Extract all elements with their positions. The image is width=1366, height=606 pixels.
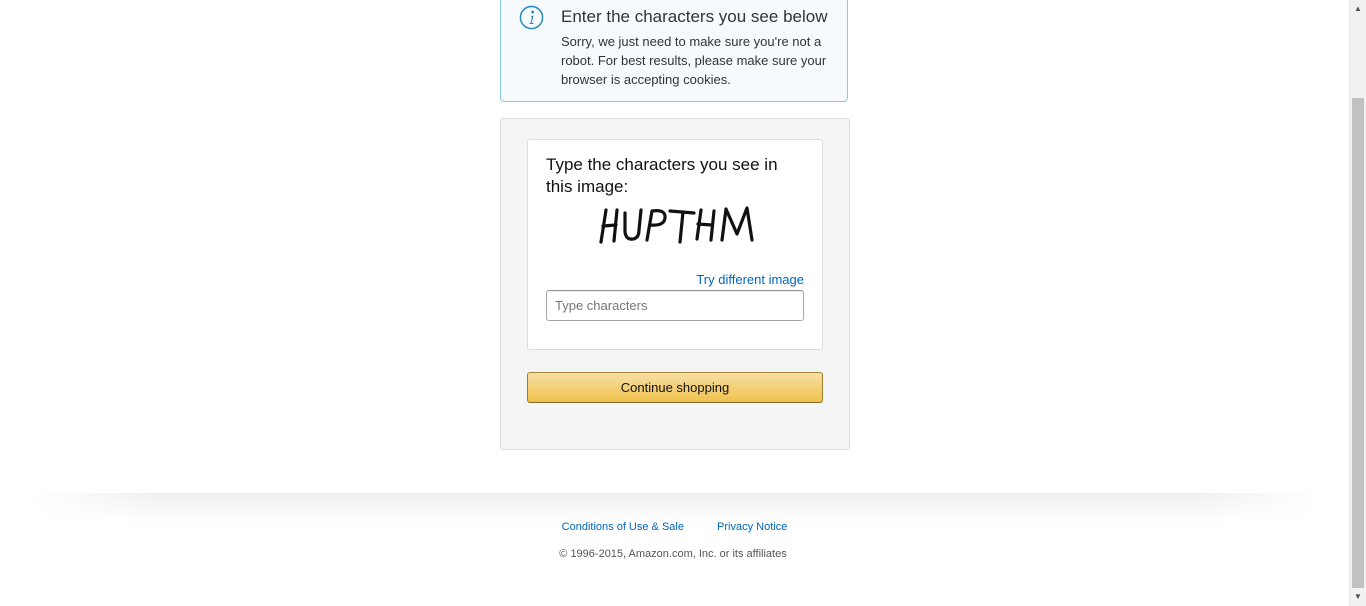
info-alert: Enter the characters you see below Sorry… xyxy=(500,0,848,102)
try-different-image-link[interactable]: Try different image xyxy=(696,272,804,287)
scroll-down-arrow-icon[interactable]: ▼ xyxy=(1350,589,1366,605)
vertical-scrollbar[interactable]: ▲ ▼ xyxy=(1349,0,1366,606)
copyright: © 1996-2015, Amazon.com, Inc. or its aff… xyxy=(559,548,787,560)
info-icon xyxy=(519,5,544,30)
captcha-image xyxy=(599,206,754,244)
alert-heading: Enter the characters you see below xyxy=(561,7,828,26)
privacy-notice-link[interactable]: Privacy Notice xyxy=(717,521,787,533)
alert-text: Sorry, we just need to make sure you're … xyxy=(561,34,827,87)
scroll-thumb[interactable] xyxy=(1352,98,1364,588)
scroll-up-arrow-icon[interactable]: ▲ xyxy=(1350,1,1366,17)
conditions-of-use-link[interactable]: Conditions of Use & Sale xyxy=(562,521,684,533)
captcha-prompt: Type the characters you see in this imag… xyxy=(546,155,778,196)
continue-shopping-button[interactable]: Continue shopping xyxy=(527,372,823,403)
captcha-card: Type the characters you see in this imag… xyxy=(527,139,823,350)
captcha-panel: Type the characters you see in this imag… xyxy=(500,118,850,450)
captcha-input[interactable] xyxy=(546,290,804,321)
footer-links: Conditions of Use & Sale Privacy Notice xyxy=(0,521,1349,533)
footer-divider xyxy=(30,493,1320,524)
page: Enter the characters you see below Sorry… xyxy=(0,0,1349,606)
